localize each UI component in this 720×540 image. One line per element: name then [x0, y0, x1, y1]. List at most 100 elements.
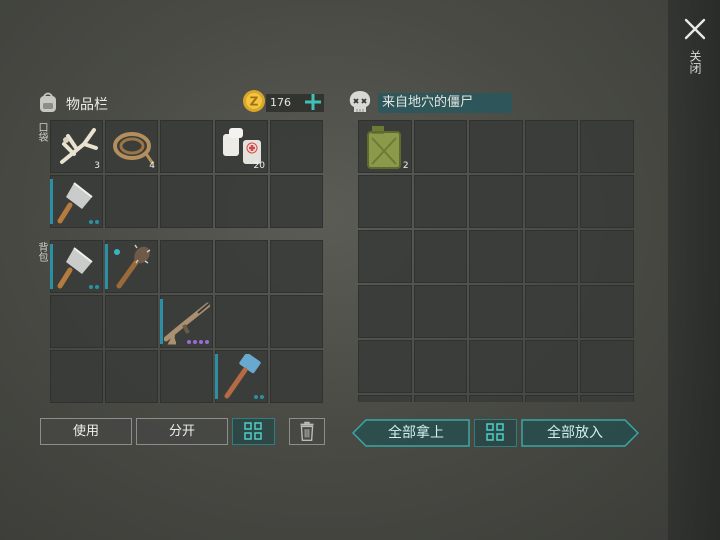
rope-icon	[113, 132, 155, 165]
cleaver-icon	[57, 247, 93, 289]
pocket-slot[interactable]: 20	[215, 120, 268, 173]
loot-slot[interactable]	[358, 175, 412, 228]
loot-slot[interactable]	[469, 285, 523, 338]
equipped-indicator	[105, 244, 108, 289]
use-button[interactable]: 使用	[40, 418, 132, 445]
loot-slot[interactable]	[580, 120, 634, 173]
quality-dots	[89, 220, 99, 224]
pocket-slot[interactable]: 4	[105, 120, 158, 173]
loot-slot[interactable]	[524, 395, 579, 402]
stack-count: 4	[149, 161, 155, 171]
add-coins-button[interactable]	[302, 91, 324, 113]
loot-slot[interactable]	[524, 175, 579, 228]
loot-slot[interactable]: 2	[358, 120, 412, 173]
quality-dot	[89, 220, 93, 224]
pocket-slot[interactable]	[160, 120, 213, 173]
backpack-slot[interactable]	[160, 350, 213, 403]
loot-slot[interactable]	[413, 230, 468, 283]
side-panel	[668, 0, 720, 540]
stack-count: 20	[253, 161, 265, 171]
quality-dots	[254, 395, 264, 399]
backpack-slot[interactable]	[270, 350, 323, 403]
split-button[interactable]: 分开	[136, 418, 228, 445]
put-all-label: 全部放入	[547, 425, 603, 441]
loot-slot[interactable]	[580, 285, 634, 338]
quality-dot	[95, 220, 99, 224]
svg-text:Z: Z	[250, 95, 259, 109]
loot-grid-viewport[interactable]: 2	[358, 120, 634, 402]
loot-slot[interactable]	[580, 340, 634, 393]
loot-slot[interactable]	[358, 285, 412, 338]
quality-dot	[193, 340, 197, 344]
loot-slot[interactable]	[413, 395, 468, 402]
backpack-slot[interactable]	[50, 240, 103, 293]
quality-dot	[89, 285, 93, 289]
sledgehammer-icon	[224, 354, 261, 399]
backpack-slot[interactable]	[215, 295, 268, 348]
backpack-slot[interactable]	[160, 240, 213, 293]
pocket-slot[interactable]	[160, 175, 213, 228]
loot-source-title: 来自地穴的僵尸	[378, 93, 512, 113]
loot-slot[interactable]	[413, 285, 468, 338]
backpack-slot[interactable]	[105, 350, 158, 403]
cleaver-icon	[57, 182, 93, 224]
quality-dot	[254, 395, 258, 399]
pocket-slot[interactable]: 3	[50, 120, 103, 173]
loot-slot[interactable]	[469, 230, 523, 283]
backpack-grid	[50, 240, 323, 403]
take-all-button[interactable]: 全部拿上	[352, 419, 470, 447]
loot-slot[interactable]	[580, 230, 634, 283]
pocket-slot[interactable]	[50, 175, 103, 228]
loot-slot[interactable]	[469, 120, 523, 173]
loot-grid: 2	[358, 120, 634, 402]
backpack-slot[interactable]	[160, 295, 213, 348]
sort-inventory-button[interactable]	[232, 418, 275, 445]
backpack-slot[interactable]	[215, 350, 268, 403]
pocket-grid: 3 4 20	[50, 120, 323, 228]
sort-loot-button[interactable]	[474, 419, 517, 447]
pocket-slot[interactable]	[215, 175, 268, 228]
take-all-label: 全部拿上	[388, 425, 444, 441]
loot-slot[interactable]	[413, 120, 468, 173]
pocket-slot[interactable]	[270, 120, 323, 173]
close-icon[interactable]	[682, 16, 708, 42]
backpack-slot[interactable]	[105, 295, 158, 348]
loot-slot[interactable]	[524, 120, 579, 173]
pocket-slot[interactable]	[105, 175, 158, 228]
loot-slot[interactable]	[580, 175, 634, 228]
backpack-slot[interactable]	[270, 240, 323, 293]
close-label[interactable]: 关闭	[688, 50, 702, 74]
loot-slot[interactable]	[413, 340, 468, 393]
loot-slot[interactable]	[469, 395, 523, 402]
loot-slot[interactable]	[358, 340, 412, 393]
quality-dots	[89, 285, 99, 289]
put-all-button[interactable]: 全部放入	[521, 419, 639, 447]
equipped-indicator	[215, 354, 218, 399]
quality-dot	[95, 285, 99, 289]
branches-icon	[60, 128, 98, 164]
loot-slot[interactable]	[580, 395, 634, 402]
loot-slot[interactable]	[524, 230, 579, 283]
loot-slot[interactable]	[358, 395, 412, 402]
loot-slot[interactable]	[358, 230, 412, 283]
assault-rifle-icon	[164, 302, 210, 345]
pocket-slot[interactable]	[270, 175, 323, 228]
backpack-slot[interactable]	[50, 295, 103, 348]
backpack-slot[interactable]	[215, 240, 268, 293]
loot-slot[interactable]	[469, 175, 523, 228]
loot-slot[interactable]	[524, 340, 579, 393]
backpack-slot[interactable]	[270, 295, 323, 348]
backpack-icon	[40, 92, 56, 112]
loot-slot[interactable]	[413, 175, 468, 228]
spiked-club-icon	[114, 244, 151, 289]
loot-slot[interactable]	[469, 340, 523, 393]
loot-slot[interactable]	[524, 285, 579, 338]
equipped-indicator	[50, 244, 53, 289]
stack-count: 2	[402, 161, 409, 171]
backpack-slot[interactable]	[50, 350, 103, 403]
quality-dot	[187, 340, 191, 344]
quality-dot	[199, 340, 203, 344]
quality-dot	[205, 340, 209, 344]
discard-button[interactable]	[289, 418, 325, 445]
backpack-slot[interactable]	[105, 240, 158, 293]
